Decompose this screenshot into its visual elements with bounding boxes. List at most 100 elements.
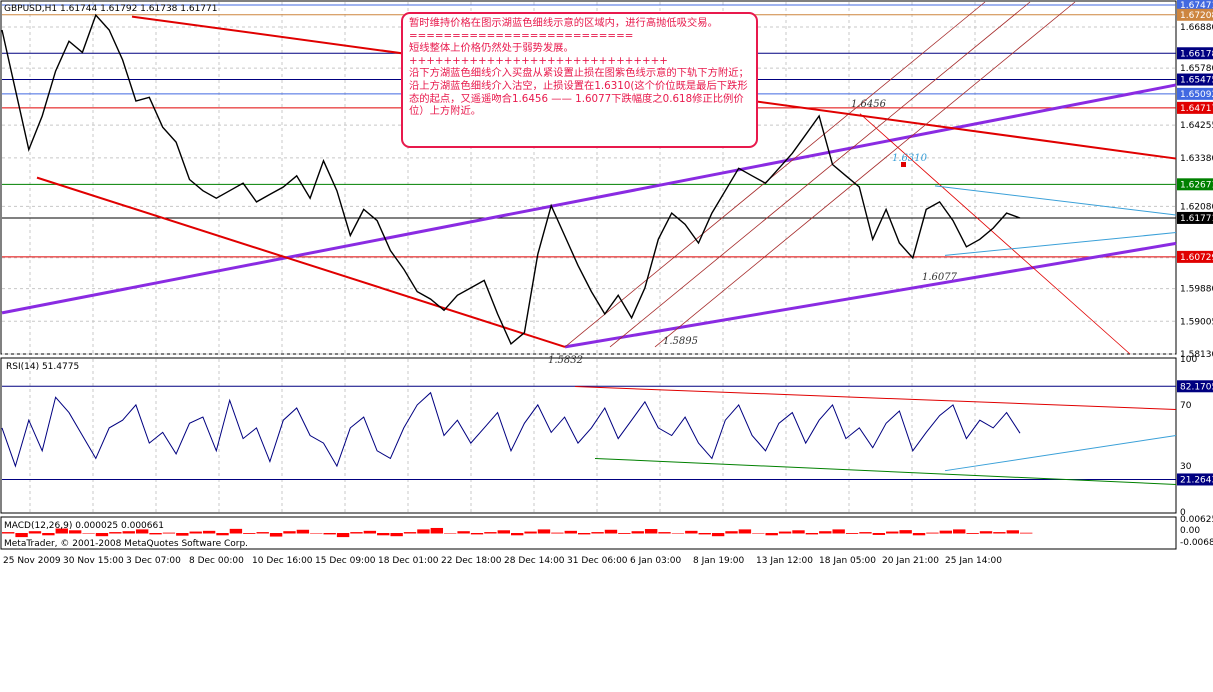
- macd-bar: [591, 532, 604, 534]
- price-level-label: 1.64717: [1180, 104, 1213, 114]
- macd-bar: [511, 533, 524, 536]
- macd-bar: [752, 533, 765, 534]
- time-tick-label: 18 Jan 05:00: [819, 556, 876, 566]
- note-line-6: 沿上方湖蓝色细线介入沽空，止损设置在1.6310(这个价位既是最后下跌形态的起点…: [409, 79, 748, 118]
- macd-bar: [497, 530, 510, 534]
- price-level-label: 1.65092: [1180, 90, 1213, 100]
- macd-bar: [296, 529, 310, 534]
- macd-bar: [42, 533, 55, 536]
- rsi-panel[interactable]: [0, 357, 1177, 514]
- macd-bar: [323, 533, 336, 535]
- macd-bar: [444, 533, 457, 534]
- macd-bar: [711, 533, 725, 537]
- price-tick-label: 1.64255: [1180, 121, 1213, 131]
- annotation-1-6456: 1.6456: [851, 99, 887, 110]
- time-tick-label: 30 Nov 15:00: [63, 556, 124, 566]
- macd-bar: [792, 530, 805, 534]
- macd-bar: [390, 533, 403, 537]
- macd-bar: [336, 533, 350, 538]
- macd-tick-label: 0.00: [1180, 526, 1200, 536]
- macd-bar: [202, 530, 216, 534]
- rsi-tick-label: 70: [1180, 401, 1192, 411]
- time-tick-label: 25 Nov 2009: [3, 556, 61, 566]
- macd-bar: [953, 529, 966, 534]
- macd-bar: [926, 532, 939, 534]
- macd-bar: [417, 529, 430, 534]
- macd-bar: [2, 532, 15, 534]
- note-line-3: 短线整体上价格仍然处于弱势发展。: [409, 42, 574, 55]
- macd-bar: [162, 532, 176, 534]
- macd-bar: [82, 533, 95, 534]
- macd-bar: [377, 533, 390, 536]
- macd-title: MACD(12,26,9) 0.000025 0.000661: [4, 521, 164, 531]
- macd-bar: [216, 533, 229, 536]
- macd-tick-label: 0.00625: [1180, 515, 1213, 525]
- price-level-label: 1.62671: [1180, 180, 1213, 190]
- macd-bar: [899, 530, 912, 534]
- macd-bar: [15, 533, 28, 538]
- macd-bar: [644, 529, 658, 534]
- macd-bar: [966, 533, 979, 534]
- macd-bar: [993, 532, 1006, 534]
- macd-tick-label: -0.00685: [1180, 538, 1213, 548]
- time-tick-label: 15 Dec 09:00: [315, 556, 376, 566]
- note-line-4: ++++++++++++++++++++++++++++++: [409, 54, 668, 67]
- macd-bar: [176, 533, 189, 536]
- rsi-tick-label: 30: [1180, 462, 1192, 472]
- macd-bar: [149, 533, 162, 535]
- analysis-note: 暂时维持价格在图示湖蓝色细线示意的区域内，进行高抛低吸交易。 =========…: [401, 12, 758, 148]
- macd-bar: [725, 531, 738, 534]
- macd-bar: [778, 531, 792, 534]
- price-tick-label: 1.62080: [1180, 202, 1213, 212]
- macd-bar: [189, 531, 202, 534]
- price-tick-label: 1.59005: [1180, 317, 1213, 327]
- macd-bar: [671, 533, 685, 534]
- macd-bar: [604, 529, 618, 534]
- note-line-1: 暂时维持价格在图示湖蓝色细线示意的区域内，进行高抛低吸交易。: [409, 17, 718, 29]
- time-tick-label: 8 Dec 00:00: [189, 556, 244, 566]
- note-line-2: ==========================: [409, 29, 634, 42]
- macd-bar: [685, 530, 698, 534]
- macd-bar: [564, 530, 577, 534]
- macd-bar: [577, 533, 591, 535]
- rsi-level-label: 21.2643: [1180, 475, 1213, 485]
- macd-bar: [269, 533, 283, 537]
- macd-bar: [979, 531, 993, 534]
- price-tick-label: 1.63380: [1180, 154, 1213, 164]
- macd-bar: [537, 529, 551, 534]
- price-tick-label: 1.59880: [1180, 285, 1213, 295]
- time-tick-label: 28 Dec 14:00: [504, 556, 565, 566]
- macd-bar: [524, 531, 537, 534]
- macd-bar: [939, 530, 953, 534]
- macd-bar: [1020, 532, 1033, 534]
- copyright-text: MetaTrader, © 2001-2008 MetaQuotes Softw…: [4, 539, 248, 549]
- macd-bar: [658, 532, 671, 534]
- macd-bar: [886, 531, 899, 534]
- note-line-5: 沿下方湖蓝色细线介入买盘从紧设置止损在图紫色线示意的下轨下方附近；: [409, 67, 749, 80]
- price-tick-label: 1.66880: [1180, 23, 1213, 33]
- macd-bar: [698, 533, 711, 535]
- price-level-label: 1.66178: [1180, 49, 1213, 59]
- price-level-label: 1.61771: [1180, 214, 1213, 224]
- annotation-1-6310: 1.6310: [892, 153, 928, 164]
- macd-bar: [551, 532, 564, 534]
- macd-bar: [350, 532, 363, 534]
- rsi-tick-label: 100: [1180, 355, 1197, 365]
- macd-bar: [832, 529, 845, 534]
- macd-bar: [28, 531, 42, 534]
- macd-bar: [631, 531, 644, 534]
- time-tick-label: 10 Dec 16:00: [252, 556, 313, 566]
- price-scale: 1.66880 1.65780 1.64255 1.63380 1.62080 1.607…: [1177, 0, 1213, 548]
- macd-bar: [363, 530, 377, 534]
- macd-bar: [229, 528, 243, 534]
- macd-bar: [819, 531, 832, 534]
- macd-bar: [470, 533, 484, 535]
- macd-bar: [457, 531, 470, 534]
- annotation-1-5832: 1.5832: [548, 355, 583, 366]
- macd-bar: [618, 533, 631, 534]
- annotation-1-5895: 1.5895: [663, 336, 698, 347]
- main-chart-title: GBPUSD,H1 1.61744 1.61792 1.61738 1.6177…: [4, 4, 217, 14]
- time-tick-label: 8 Jan 19:00: [693, 556, 745, 566]
- time-tick-label: 20 Jan 21:00: [882, 556, 939, 566]
- time-tick-label: 13 Jan 12:00: [756, 556, 813, 566]
